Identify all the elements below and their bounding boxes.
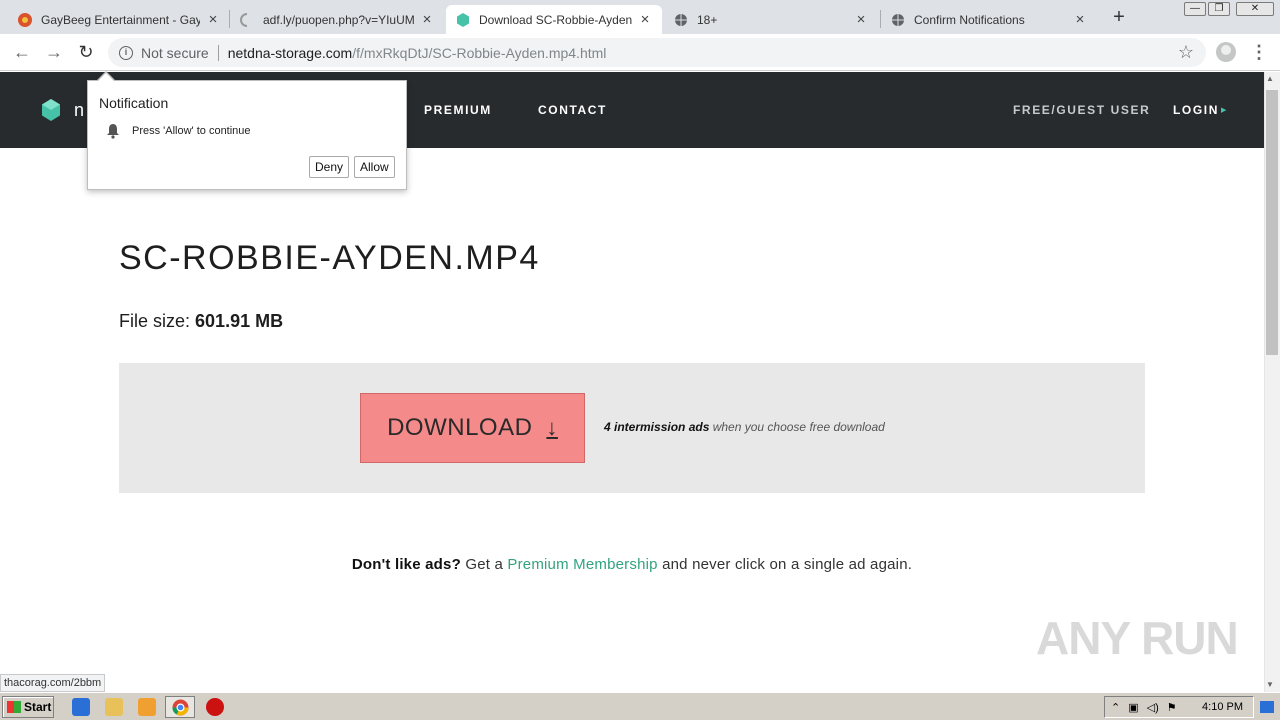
scroll-up-icon[interactable]: ▲ <box>1266 74 1274 83</box>
tab-title: adf.ly/puopen.php?v=YIuUM5SI <box>263 12 414 27</box>
nav-login[interactable]: LOGIN <box>1173 103 1219 117</box>
address-bar[interactable]: i Not secure netdna-storage.com/f/mxRkqD… <box>108 38 1206 67</box>
file-size-value: 601.91 MB <box>195 311 284 331</box>
start-button[interactable]: Start <box>2 696 54 718</box>
folder-icon[interactable] <box>105 698 123 716</box>
tab-strip: GayBeeg Entertainment - Gay P × adf.ly/p… <box>0 0 1280 34</box>
download-arrow-icon: ↓ <box>546 415 558 440</box>
globe-icon <box>674 13 688 27</box>
profile-avatar-icon[interactable] <box>1216 42 1236 62</box>
close-window-button[interactable]: ✕ <box>1236 2 1274 16</box>
notification-title: Notification <box>99 95 169 111</box>
close-icon[interactable]: × <box>638 11 652 28</box>
url-path: /f/mxRkqDtJ/SC-Robbie-Ayden.mp4.html <box>352 44 607 61</box>
url-host: netdna-storage.com <box>227 44 353 61</box>
clock: 4:10 PM <box>1202 701 1243 713</box>
close-icon[interactable]: × <box>206 11 220 28</box>
info-icon[interactable]: i <box>119 45 133 60</box>
tab-title: 18+ <box>697 12 718 27</box>
maximize-button[interactable]: ❐ <box>1208 2 1230 16</box>
deny-button[interactable]: Deny <box>309 156 350 178</box>
close-icon[interactable]: × <box>1073 11 1087 28</box>
loading-spinner-icon <box>240 12 254 27</box>
caret-right-icon: ▶ <box>1221 107 1227 114</box>
minimize-button[interactable]: — <box>1184 2 1206 16</box>
nav-contact[interactable]: CONTACT <box>538 103 607 117</box>
taskbar: Start ⌃ ▣ ◁) ⚑ 4:10 PM <box>0 692 1280 720</box>
new-tab-button[interactable]: + <box>1108 6 1130 28</box>
hexagon-icon <box>456 12 470 27</box>
reload-button[interactable]: ↻ <box>75 41 97 63</box>
download-button[interactable]: DOWNLOAD ↓ <box>360 393 585 463</box>
ad-count: 4 intermission ads <box>604 420 710 434</box>
popup-caret <box>97 73 115 82</box>
watermark: ANY RUN <box>1036 612 1239 664</box>
tab-title: Confirm Notifications <box>914 12 1025 27</box>
close-icon[interactable]: × <box>420 11 434 28</box>
download-label: DOWNLOAD <box>387 414 533 441</box>
close-icon[interactable]: × <box>854 11 868 28</box>
volume-icon[interactable]: ◁) <box>1147 701 1159 714</box>
file-title: SC-ROBBIE-AYDEN.MP4 <box>119 239 540 277</box>
file-size-label: File size: <box>119 311 191 331</box>
promo-text: and never click on a single ad again. <box>657 556 913 573</box>
chrome-taskbar-button[interactable] <box>165 696 195 718</box>
opera-icon[interactable] <box>206 698 224 716</box>
scrollbar-thumb[interactable] <box>1266 90 1278 355</box>
tab-18plus[interactable]: 18+ × <box>664 5 878 34</box>
tab-download[interactable]: Download SC-Robbie-Ayden.mp × <box>446 5 662 34</box>
promo-lead: Don't like ads? <box>351 556 461 573</box>
chrome-red-icon <box>18 12 32 27</box>
start-label: Start <box>24 700 52 714</box>
nav-guest-user: FREE/GUEST USER <box>1013 103 1151 117</box>
allow-button[interactable]: Allow <box>354 156 395 178</box>
chrome-icon <box>172 699 189 716</box>
download-panel: DOWNLOAD ↓ 4 intermission ads when you c… <box>119 363 1145 493</box>
star-icon[interactable]: ☆ <box>1178 42 1194 63</box>
tab-gaybeeg[interactable]: GayBeeg Entertainment - Gay P × <box>8 5 230 34</box>
nav-premium[interactable]: PREMIUM <box>424 103 492 117</box>
divider <box>217 44 219 61</box>
status-url: thacorag.com/2bbm <box>0 674 106 692</box>
notification-message: Press 'Allow' to continue <box>132 125 251 137</box>
notification-permission-popup: Notification Press 'Allow' to continue D… <box>87 80 407 190</box>
promo-text: Get a <box>460 556 508 573</box>
windows-logo-icon <box>7 701 21 713</box>
ie-icon[interactable] <box>72 698 90 716</box>
flag-icon[interactable]: ⚑ <box>1167 701 1177 714</box>
ad-note: 4 intermission ads when you choose free … <box>604 420 885 434</box>
scroll-down-icon[interactable]: ▼ <box>1266 680 1274 689</box>
show-desktop-icon[interactable] <box>1260 701 1274 713</box>
premium-membership-link[interactable]: Premium Membership <box>507 556 657 573</box>
file-size: File size: 601.91 MB <box>119 311 283 332</box>
hexagon-logo-icon[interactable] <box>40 99 62 121</box>
chevron-up-icon[interactable]: ⌃ <box>1111 701 1120 714</box>
bell-icon <box>107 124 119 139</box>
back-button[interactable]: ← <box>11 41 33 63</box>
browser-toolbar: ← → ↻ i Not secure netdna-storage.com/f/… <box>0 34 1280 71</box>
premium-promo: Don't like ads? Get a Premium Membership… <box>0 556 1264 573</box>
media-player-icon[interactable] <box>138 698 156 716</box>
ad-note-text: when you choose free download <box>709 420 885 434</box>
kebab-menu-icon[interactable]: ⋮ <box>1250 43 1268 63</box>
security-label: Not secure <box>141 44 209 61</box>
tab-adfly[interactable]: adf.ly/puopen.php?v=YIuUM5SI × <box>230 5 444 34</box>
system-tray: ⌃ ▣ ◁) ⚑ 4:10 PM <box>1104 696 1254 718</box>
logo-text[interactable]: n <box>74 100 84 121</box>
tab-title: GayBeeg Entertainment - Gay P <box>41 12 200 27</box>
tab-confirm-notifications[interactable]: Confirm Notifications × <box>881 5 1097 34</box>
forward-button[interactable]: → <box>43 41 65 63</box>
globe-icon <box>891 13 905 27</box>
network-icon[interactable]: ▣ <box>1128 701 1138 714</box>
tab-title: Download SC-Robbie-Ayden.mp <box>479 12 632 27</box>
